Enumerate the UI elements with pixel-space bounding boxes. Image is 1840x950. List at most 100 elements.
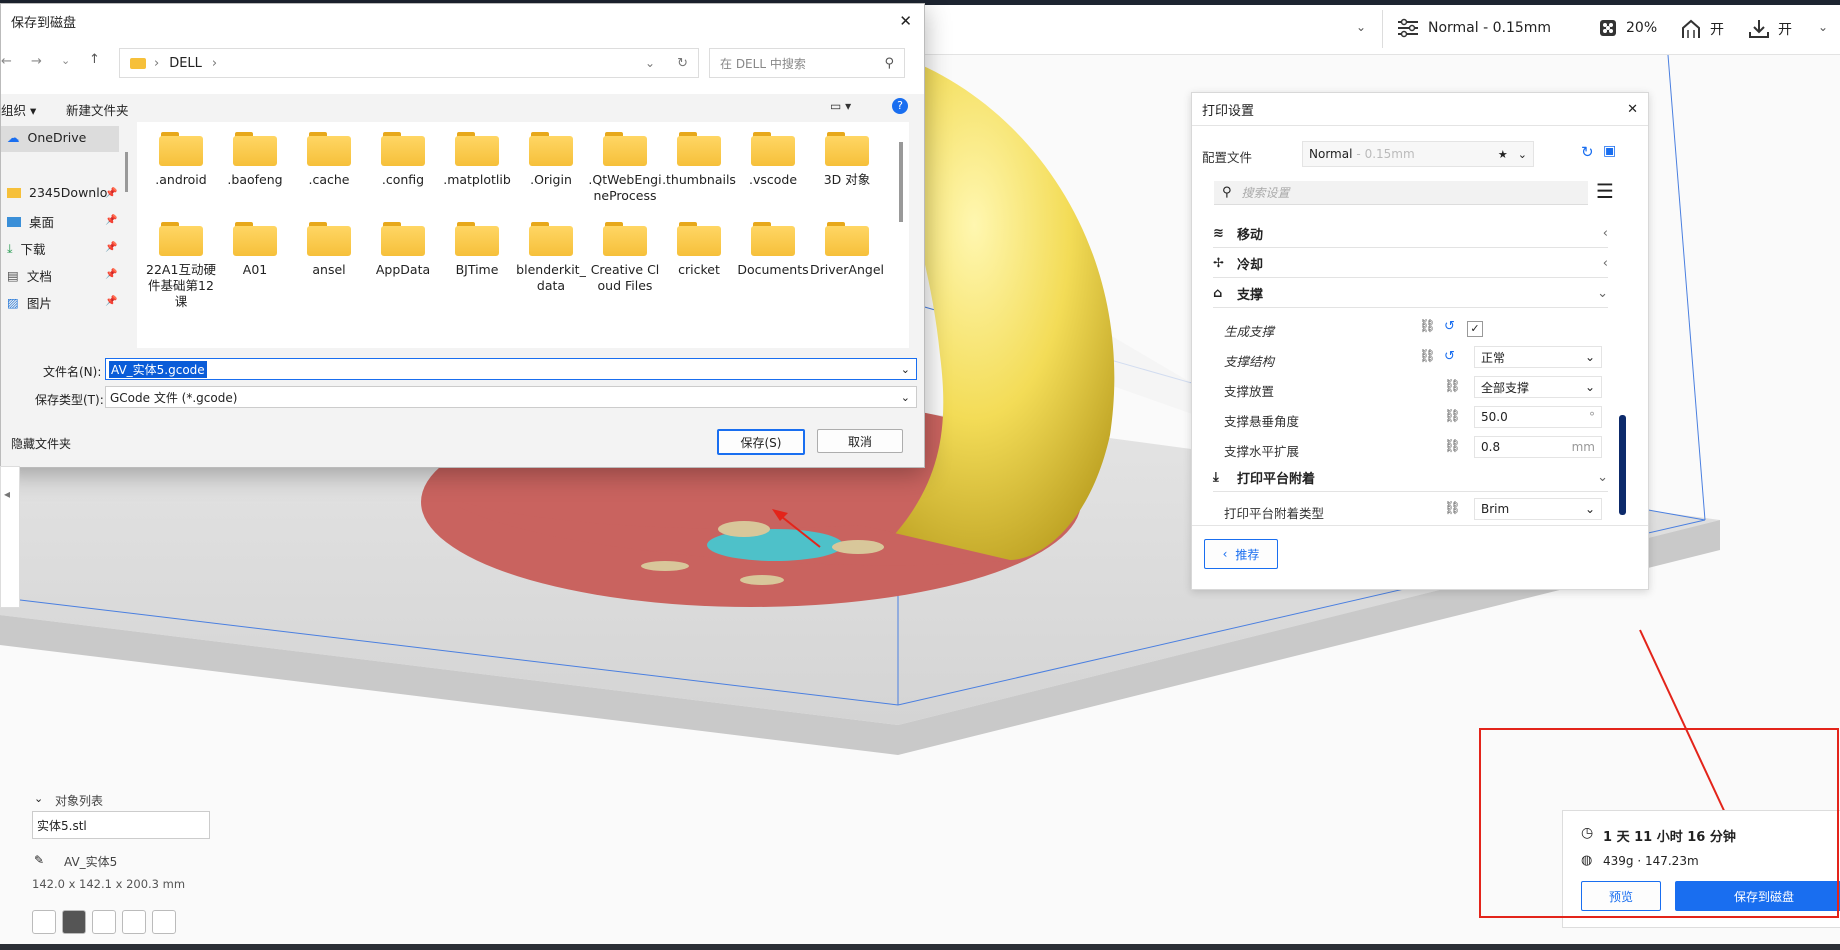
menu-icon[interactable]: ☰: [1596, 181, 1614, 201]
link-icon[interactable]: ⛓: [1419, 349, 1436, 364]
pencil-icon[interactable]: ✎: [34, 853, 44, 867]
nav-item-onedrive[interactable]: ☁ OneDrive: [7, 130, 86, 145]
reset-icon[interactable]: ↻: [1581, 143, 1594, 161]
save-button[interactable]: 保存(S): [717, 429, 805, 455]
forward-icon[interactable]: →: [31, 54, 42, 69]
adhesion-toggle[interactable]: 开: [1748, 18, 1792, 40]
section-travel[interactable]: ≋ 移动 ‹: [1213, 219, 1608, 248]
support-placement-select[interactable]: 全部支撑 ⌄: [1474, 376, 1602, 398]
filename-input[interactable]: AV_实体5.gcode ⌄: [105, 358, 917, 380]
reset-icon[interactable]: ↺: [1444, 349, 1455, 364]
filetype-select[interactable]: GCode 文件 (*.gcode) ⌄: [105, 386, 917, 408]
nav-item-desktop[interactable]: 桌面: [7, 212, 54, 231]
folder-item[interactable]: .config: [365, 132, 441, 188]
folder-item[interactable]: .vscode: [735, 132, 811, 188]
view-top-icon[interactable]: [92, 910, 116, 934]
folder-item[interactable]: .android: [143, 132, 219, 188]
folder-item[interactable]: cricket: [661, 222, 737, 278]
refresh-icon[interactable]: ↻: [677, 56, 688, 71]
help-icon[interactable]: ?: [892, 98, 908, 114]
folder-item[interactable]: .thumbnails: [661, 132, 737, 188]
file-list-scrollbar[interactable]: [899, 142, 903, 222]
quality-selector[interactable]: Normal - 0.15mm: [1396, 18, 1551, 38]
pin-icon[interactable]: 📌: [105, 296, 117, 307]
up-icon[interactable]: ↑: [89, 52, 100, 67]
address-bar[interactable]: › DELL › ⌄ ↻: [119, 48, 699, 78]
new-folder-button[interactable]: 新建文件夹: [66, 100, 129, 119]
dialog-search-input[interactable]: 在 DELL 中搜索 ⚲: [709, 48, 905, 78]
chevron-down-icon[interactable]: ⌄: [1818, 20, 1828, 34]
left-toolbar[interactable]: ◂: [0, 466, 20, 608]
pin-icon[interactable]: 📌: [105, 269, 117, 280]
chevron-left-icon[interactable]: ◂: [4, 487, 10, 501]
view-left-icon[interactable]: [122, 910, 146, 934]
folder-item[interactable]: .QtWebEngineProcess: [587, 132, 663, 204]
organize-menu[interactable]: 组织 ▾: [1, 100, 36, 119]
folder-item[interactable]: DriverAngel: [809, 222, 885, 278]
nav-item-downloads2345[interactable]: 2345Downlo: [7, 185, 107, 200]
chevron-down-icon[interactable]: ⌄: [61, 54, 70, 67]
link-icon[interactable]: ⛓: [1419, 319, 1436, 334]
infill-indicator[interactable]: 20%: [1598, 18, 1657, 38]
folder-item[interactable]: Creative Cloud Files: [587, 222, 663, 294]
link-icon[interactable]: ⛓: [1444, 501, 1461, 516]
view-right-icon[interactable]: [152, 910, 176, 934]
folder-item[interactable]: ansel: [291, 222, 367, 278]
star-icon[interactable]: ★: [1498, 148, 1508, 161]
section-support[interactable]: ⌂ 支撑 ⌄: [1213, 279, 1608, 308]
nav-scrollbar[interactable]: [125, 152, 128, 192]
horizontal-expansion-input[interactable]: 0.8 mm: [1474, 436, 1602, 458]
support-structure-select[interactable]: 正常 ⌄: [1474, 346, 1602, 368]
view-3d-icon[interactable]: [32, 910, 56, 934]
folder-item[interactable]: A01: [217, 222, 293, 278]
hide-folders-toggle[interactable]: 隐藏文件夹: [11, 435, 71, 452]
section-cooling[interactable]: ✢ 冷却 ‹: [1213, 249, 1608, 278]
folder-item[interactable]: AppData: [365, 222, 441, 278]
folder-item[interactable]: 22A1互动硬件基础第12课: [143, 222, 219, 310]
folder-icon: [825, 132, 869, 166]
section-adhesion[interactable]: ⤓ 打印平台附着 ⌄: [1213, 463, 1608, 492]
close-icon[interactable]: ✕: [899, 12, 912, 30]
link-icon[interactable]: ⛓: [1444, 439, 1461, 454]
chevron-down-icon[interactable]: ⌄: [1356, 20, 1366, 34]
link-icon[interactable]: ⛓: [1444, 379, 1461, 394]
folder-item[interactable]: .Origin: [513, 132, 589, 188]
scrollbar[interactable]: [1619, 415, 1626, 515]
view-front-icon[interactable]: [62, 910, 86, 934]
nav-item-pictures[interactable]: ▨ 图片: [7, 293, 52, 312]
folder-item[interactable]: .cache: [291, 132, 367, 188]
save-profile-icon[interactable]: ▣: [1603, 143, 1616, 159]
support-toggle[interactable]: 开: [1680, 18, 1724, 40]
view-options-icon[interactable]: ▭ ▾: [830, 99, 851, 113]
folder-item[interactable]: Documents: [735, 222, 811, 278]
pin-icon[interactable]: 📌: [105, 215, 117, 226]
cancel-button[interactable]: 取消: [817, 429, 903, 453]
support-structure-label: 支撑结构: [1224, 354, 1275, 369]
adhesion-type-select[interactable]: Brim ⌄: [1474, 498, 1602, 520]
chevron-down-icon[interactable]: ⌄: [34, 792, 43, 805]
pin-icon[interactable]: 📌: [105, 188, 117, 199]
folder-item[interactable]: .baofeng: [217, 132, 293, 188]
overhang-angle-input[interactable]: 50.0 °: [1474, 406, 1602, 428]
reset-icon[interactable]: ↺: [1444, 319, 1455, 334]
nav-item-downloads[interactable]: ⤓ 下载: [7, 239, 46, 258]
close-icon[interactable]: ✕: [1627, 102, 1638, 117]
folder-item[interactable]: 3D 对象: [809, 132, 885, 188]
object-name[interactable]: AV_实体5: [64, 853, 117, 870]
object-list-item[interactable]: 实体5.stl: [32, 811, 210, 839]
folder-item[interactable]: .matplotlib: [439, 132, 515, 188]
back-icon[interactable]: ←: [1, 54, 12, 69]
recommended-button[interactable]: ‹ 推荐: [1204, 539, 1278, 569]
pin-icon[interactable]: 📌: [105, 242, 117, 253]
object-list-header[interactable]: 对象列表: [55, 792, 103, 809]
folder-item[interactable]: BJTime: [439, 222, 515, 278]
profile-select[interactable]: Normal - 0.15mm ★ ⌄: [1302, 141, 1534, 167]
generate-support-checkbox[interactable]: ✓: [1467, 321, 1483, 337]
settings-search-input[interactable]: ⚲ 搜索设置: [1214, 181, 1588, 205]
folder-item[interactable]: blenderkit_data: [513, 222, 589, 294]
chevron-down-icon[interactable]: ⌄: [901, 363, 910, 376]
section-label: 冷却: [1237, 257, 1264, 273]
link-icon[interactable]: ⛓: [1444, 409, 1461, 424]
nav-item-documents[interactable]: ▤ 文档: [7, 266, 52, 285]
chevron-down-icon[interactable]: ⌄: [645, 56, 655, 70]
